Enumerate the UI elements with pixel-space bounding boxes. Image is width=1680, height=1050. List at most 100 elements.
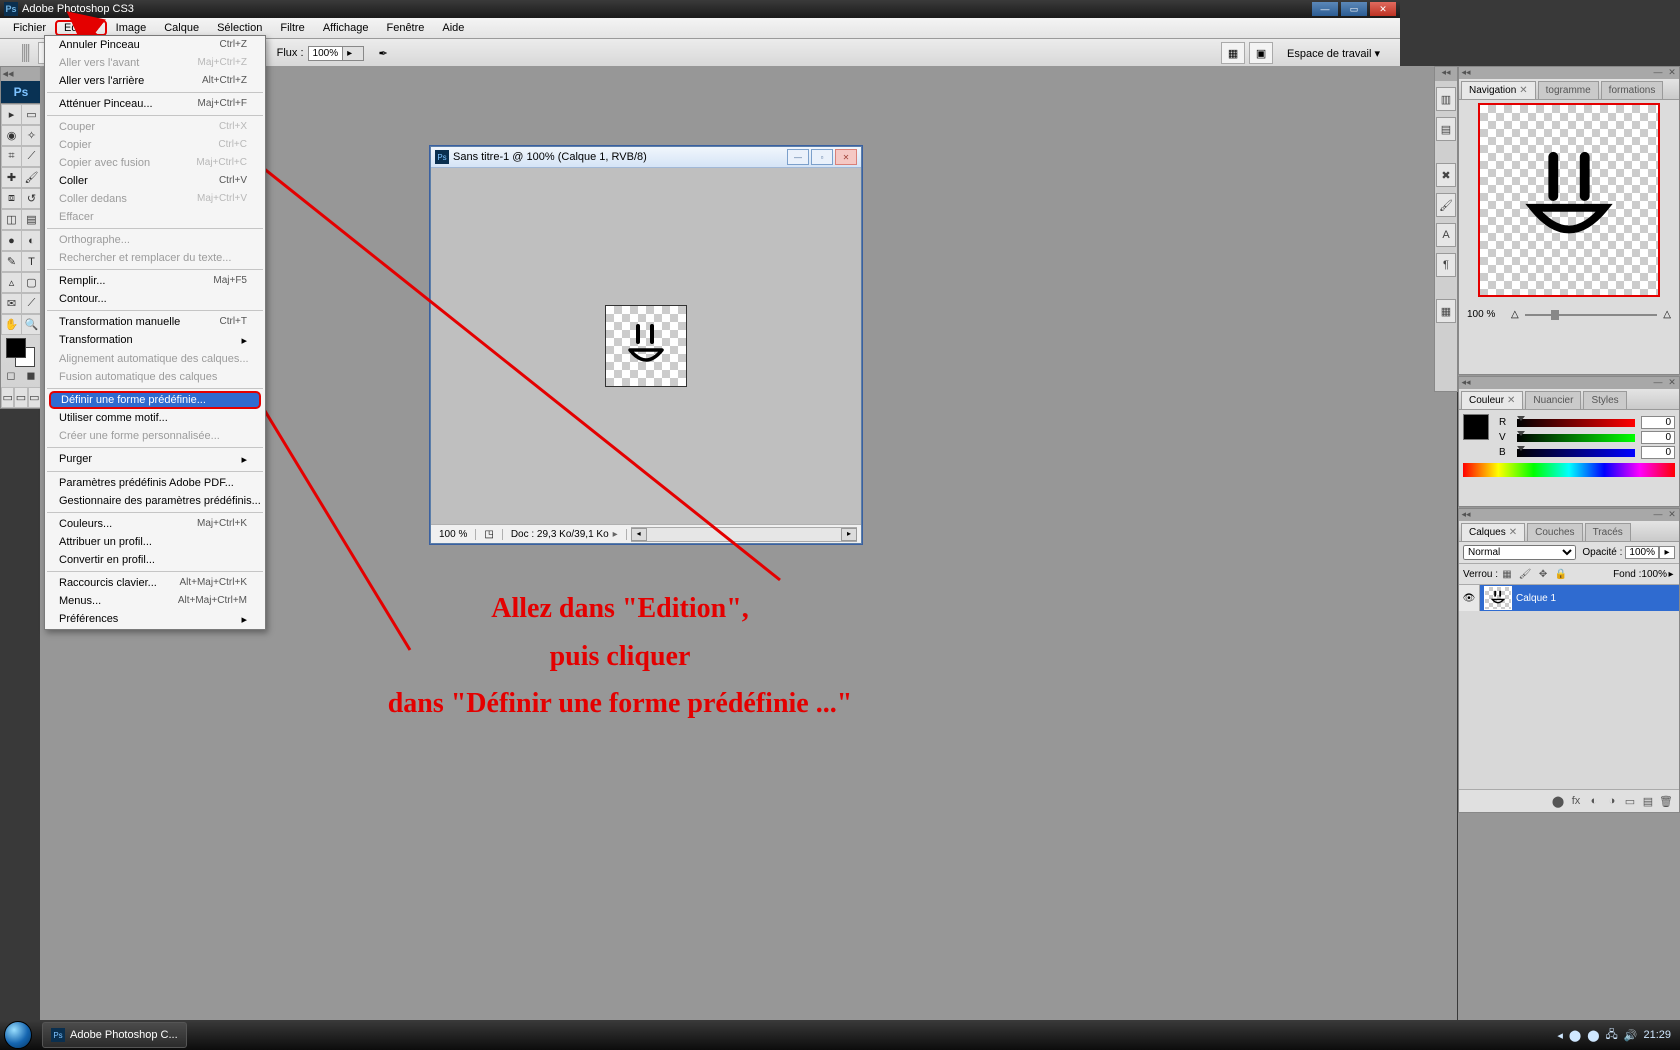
taskbar-item-photoshop[interactable]: PsAdobe Photoshop C... bbox=[42, 1022, 187, 1048]
lock-all-icon[interactable]: 🔒 bbox=[1554, 567, 1568, 581]
tab-couleur[interactable]: Couleur✕ bbox=[1461, 391, 1523, 409]
menuitem-aller-vers-l-arri-re[interactable]: Aller vers l'arrièreAlt+Ctrl+Z bbox=[45, 72, 265, 90]
layer-group-icon[interactable]: ▭ bbox=[1621, 795, 1639, 808]
doc-hscroll[interactable]: ◂▸ bbox=[631, 527, 857, 542]
layers-opacity[interactable]: 100% bbox=[1625, 546, 1659, 559]
lock-move-icon[interactable]: ✥ bbox=[1536, 567, 1550, 581]
menu-filtre[interactable]: Filtre bbox=[271, 20, 313, 36]
dock-tool-presets-icon[interactable]: ✖ bbox=[1436, 163, 1456, 187]
dock-history-icon[interactable]: ▥ bbox=[1436, 87, 1456, 111]
layer-fx-icon[interactable]: fx bbox=[1567, 795, 1585, 807]
menu-fichier[interactable]: Fichier bbox=[4, 20, 55, 36]
history-brush-tool[interactable]: ↺ bbox=[21, 188, 42, 209]
slice-tool[interactable]: ⟋ bbox=[21, 146, 42, 167]
tray-net-icon[interactable]: 🖧 bbox=[1606, 1026, 1618, 1045]
color-collapse[interactable]: ◂◂ bbox=[1459, 377, 1473, 389]
lock-trans-icon[interactable]: ▦ bbox=[1500, 567, 1514, 581]
lasso-tool[interactable]: ◉ bbox=[1, 125, 22, 146]
menu-calque[interactable]: Calque bbox=[155, 20, 208, 36]
menuitem-utiliser-comme-motif[interactable]: Utiliser comme motif... bbox=[45, 409, 265, 427]
menuitem-remplir[interactable]: Remplir...Maj+F5 bbox=[45, 272, 265, 290]
menuitem-d-finir-une-forme-pr-d-finie[interactable]: Définir une forme prédéfinie... bbox=[49, 391, 261, 409]
layers-collapse[interactable]: ◂◂ bbox=[1459, 509, 1473, 521]
lock-paint-icon[interactable]: 🖌 bbox=[1518, 567, 1532, 581]
maximize-button[interactable]: ▭ bbox=[1341, 2, 1367, 16]
doc-size-arrow[interactable]: ▸ bbox=[613, 529, 618, 540]
menuitem-param-tres-pr-d-finis-adobe-pdf[interactable]: Paramètres prédéfinis Adobe PDF... bbox=[45, 474, 265, 492]
delete-layer-icon[interactable]: 🗑 bbox=[1657, 795, 1675, 808]
color-b-slider[interactable] bbox=[1517, 449, 1635, 457]
dock-brushes-icon[interactable]: 🖌 bbox=[1436, 193, 1456, 217]
screen-mode-1[interactable]: ▭ bbox=[1, 387, 14, 408]
layer-thumb[interactable] bbox=[1484, 586, 1512, 610]
doc-size-icon[interactable]: ◳ bbox=[476, 529, 502, 540]
crop-tool[interactable]: ⌗ bbox=[1, 146, 22, 167]
screen-mode-3[interactable]: ▭ bbox=[28, 387, 41, 408]
arrange-docs-icon[interactable]: ▣ bbox=[1249, 42, 1273, 64]
zoom-out-icon[interactable]: △ bbox=[1511, 309, 1519, 320]
new-layer-icon[interactable]: ▤ bbox=[1639, 795, 1657, 808]
menuitem-contour[interactable]: Contour... bbox=[45, 290, 265, 308]
go-bridge-icon[interactable]: ▦ bbox=[1221, 42, 1245, 64]
path-tool[interactable]: ▵ bbox=[1, 272, 22, 293]
layers-close[interactable]: ✕ bbox=[1665, 509, 1679, 521]
navigator-thumb[interactable] bbox=[1478, 103, 1660, 297]
color-close[interactable]: ✕ bbox=[1665, 377, 1679, 389]
menuitem-raccourcis-clavier[interactable]: Raccourcis clavier...Alt+Maj+Ctrl+K bbox=[45, 574, 265, 592]
nav-min[interactable]: — bbox=[1651, 67, 1665, 79]
menuitem-purger[interactable]: Purger bbox=[45, 450, 265, 469]
layer-mask-icon[interactable]: ◐ bbox=[1585, 795, 1603, 807]
stamp-tool[interactable]: ⧈ bbox=[1, 188, 22, 209]
tray-lang-icon[interactable]: ◂ bbox=[1557, 1029, 1563, 1042]
document-window[interactable]: Ps Sans titre-1 @ 100% (Calque 1, RVB/8)… bbox=[430, 146, 862, 544]
optbar-grip[interactable] bbox=[22, 44, 30, 62]
menu-affichage[interactable]: Affichage bbox=[314, 20, 378, 36]
tab-calques[interactable]: Calques✕ bbox=[1461, 523, 1525, 541]
blur-tool[interactable]: ● bbox=[1, 230, 22, 251]
menuitem-gestionnaire-des-param-tres-pr-d-finis[interactable]: Gestionnaire des paramètres prédéfinis..… bbox=[45, 492, 265, 510]
nav-collapse[interactable]: ◂◂ bbox=[1459, 67, 1473, 79]
doc-close-button[interactable]: ✕ bbox=[835, 149, 857, 165]
layers-fill-arrow[interactable]: ▸ bbox=[1667, 569, 1675, 580]
brush-tool[interactable]: 🖌 bbox=[21, 167, 42, 188]
tab-couches[interactable]: Couches bbox=[1527, 523, 1582, 541]
eraser-tool[interactable]: ◫ bbox=[1, 209, 22, 230]
doc-min-button[interactable]: — bbox=[787, 149, 809, 165]
dodge-tool[interactable]: ◐ bbox=[21, 230, 42, 251]
airbrush-icon[interactable]: ✒ bbox=[372, 43, 394, 63]
dock-collapse[interactable]: ◂◂ bbox=[1435, 67, 1457, 81]
gradient-tool[interactable]: ▤ bbox=[21, 209, 42, 230]
marquee-tool[interactable]: ▭ bbox=[21, 104, 42, 125]
menu-fenêtre[interactable]: Fenêtre bbox=[377, 20, 433, 36]
doc-zoom[interactable]: 100 % bbox=[431, 529, 476, 540]
zoom-in-icon[interactable]: △ bbox=[1663, 309, 1671, 320]
tray-sync-icon[interactable]: ⬤ bbox=[1587, 1029, 1599, 1042]
tray-av-icon[interactable]: ⬤ bbox=[1569, 1029, 1581, 1042]
tray-clock[interactable]: 21:29 bbox=[1643, 1029, 1671, 1041]
dock-character-icon[interactable]: A bbox=[1436, 223, 1456, 247]
move-tool[interactable]: ▸ bbox=[1, 104, 22, 125]
doc-max-button[interactable]: ▫ bbox=[811, 149, 833, 165]
tab-navigation[interactable]: Navigation✕ bbox=[1461, 81, 1536, 99]
pen-tool[interactable]: ✎ bbox=[1, 251, 22, 272]
shape-tool[interactable]: ▢ bbox=[21, 272, 42, 293]
tab-histogramme[interactable]: togramme bbox=[1538, 81, 1599, 99]
layer-name[interactable]: Calque 1 bbox=[1516, 593, 1556, 604]
link-layers-icon[interactable]: ⬤ bbox=[1549, 795, 1567, 808]
navigator-zoom[interactable]: 100 % bbox=[1467, 309, 1511, 320]
layers-fill[interactable]: 100% bbox=[1641, 569, 1667, 580]
menuitem-att-nuer-pinceau[interactable]: Atténuer Pinceau...Maj+Ctrl+F bbox=[45, 95, 265, 113]
screen-mode-2[interactable]: ▭ bbox=[14, 387, 27, 408]
start-button[interactable] bbox=[0, 1021, 36, 1049]
adjustment-layer-icon[interactable]: ◑ bbox=[1603, 795, 1621, 807]
document-canvas[interactable] bbox=[431, 168, 861, 524]
blend-mode-select[interactable]: Normal bbox=[1463, 545, 1576, 560]
menuitem-convertir-en-profil[interactable]: Convertir en profil... bbox=[45, 551, 265, 569]
eye-icon[interactable]: 👁 bbox=[1459, 585, 1480, 611]
menuitem-couleurs[interactable]: Couleurs...Maj+Ctrl+K bbox=[45, 515, 265, 533]
flux-arrow[interactable]: ▸ bbox=[343, 46, 364, 61]
dock-layer-comps-icon[interactable]: ▦ bbox=[1436, 299, 1456, 323]
color-fg-swatch[interactable] bbox=[1463, 414, 1489, 440]
zoom-tool[interactable]: 🔍 bbox=[21, 314, 42, 335]
menuitem-menus[interactable]: Menus...Alt+Maj+Ctrl+M bbox=[45, 592, 265, 610]
